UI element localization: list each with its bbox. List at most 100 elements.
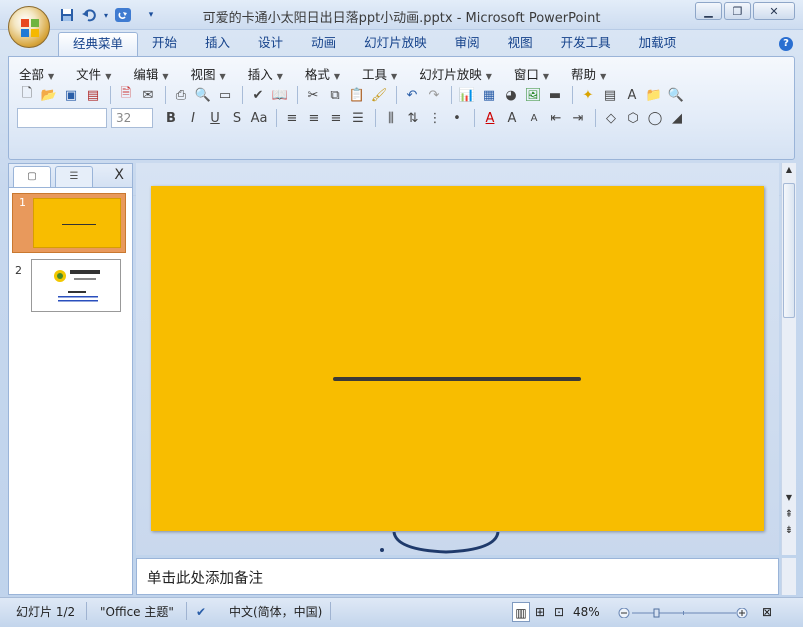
open-folder-icon[interactable]: 📁 bbox=[644, 85, 664, 105]
menu-slideshow[interactable]: 幻灯片放映 ▼ bbox=[419, 64, 492, 83]
color-grayscale-icon[interactable]: ▬ bbox=[545, 85, 565, 105]
slide-horizon-line[interactable] bbox=[333, 377, 581, 381]
bullets-icon[interactable]: • bbox=[447, 108, 467, 128]
previous-slide-icon[interactable]: ⇞ bbox=[784, 509, 794, 520]
tab-developer[interactable]: 开发工具 bbox=[547, 32, 625, 56]
research-icon[interactable]: 📖 bbox=[270, 85, 290, 105]
align-left-icon[interactable]: ≡ bbox=[282, 108, 302, 128]
find-icon[interactable]: 🔍 bbox=[666, 85, 686, 105]
close-icon[interactable]: ✕ bbox=[753, 2, 795, 20]
print-preview-icon[interactable]: 🔍 bbox=[193, 85, 213, 105]
align-center-icon[interactable]: ≡ bbox=[304, 108, 324, 128]
slides-tab-icon[interactable]: ▢ bbox=[13, 166, 51, 187]
save-as-icon[interactable]: ▤ bbox=[83, 85, 103, 105]
copy-icon[interactable]: ⧉ bbox=[325, 85, 345, 105]
text-box-icon[interactable]: A bbox=[622, 85, 642, 105]
table-icon[interactable]: ▦ bbox=[479, 85, 499, 105]
font-name-box[interactable] bbox=[17, 108, 107, 128]
spelling-check-icon[interactable]: ✔ bbox=[196, 602, 206, 622]
slide-layout-icon[interactable]: ▤ bbox=[600, 85, 620, 105]
tab-addins[interactable]: 加载项 bbox=[625, 32, 691, 56]
tab-animations[interactable]: 动画 bbox=[297, 32, 350, 56]
menu-view[interactable]: 视图 ▼ bbox=[191, 64, 226, 83]
new-slide-icon[interactable]: ✦ bbox=[578, 85, 598, 105]
redo-icon[interactable]: ↷ bbox=[424, 85, 444, 105]
increase-indent-icon[interactable]: ⇥ bbox=[568, 108, 588, 128]
vertical-scrollbar[interactable]: ▲ ▼ ⇞ ⇟ bbox=[781, 163, 796, 555]
outline-tab-icon[interactable]: ☰ bbox=[55, 166, 93, 187]
redo-icon[interactable] bbox=[114, 7, 132, 23]
menu-help[interactable]: 帮助 ▼ bbox=[571, 64, 606, 83]
save-icon[interactable]: ▣ bbox=[61, 85, 81, 105]
open-icon[interactable]: 📂 bbox=[39, 85, 59, 105]
menu-window[interactable]: 窗口 ▼ bbox=[514, 64, 549, 83]
shrink-font-icon[interactable]: A bbox=[524, 108, 544, 128]
menu-tools[interactable]: 工具 ▼ bbox=[362, 64, 397, 83]
grow-font-icon[interactable]: A bbox=[502, 108, 522, 128]
picture-icon[interactable]: 🖼 bbox=[523, 85, 543, 105]
shadow-icon[interactable]: S bbox=[227, 108, 247, 128]
justify-icon[interactable]: ☰ bbox=[348, 108, 368, 128]
menu-file[interactable]: 文件 ▼ bbox=[76, 64, 111, 83]
italic-icon[interactable]: I bbox=[183, 108, 203, 128]
menu-format[interactable]: 格式 ▼ bbox=[305, 64, 340, 83]
chart-icon[interactable]: 📊 bbox=[457, 85, 477, 105]
bold-icon[interactable]: B bbox=[161, 108, 181, 128]
menu-insert[interactable]: 插入 ▼ bbox=[248, 64, 283, 83]
tab-review[interactable]: 审阅 bbox=[441, 32, 494, 56]
spelling-icon[interactable]: ✔ bbox=[248, 85, 268, 105]
current-slide[interactable] bbox=[151, 186, 764, 531]
customize-qat-icon[interactable]: ▾ bbox=[142, 7, 160, 23]
font-color-icon[interactable]: A bbox=[480, 108, 500, 128]
zoom-slider[interactable] bbox=[618, 608, 748, 618]
text-direction-icon[interactable]: ⇅ bbox=[403, 108, 423, 128]
numbering-icon[interactable]: ⋮ bbox=[425, 108, 445, 128]
more-icon[interactable]: ◢ bbox=[667, 108, 687, 128]
tab-design[interactable]: 设计 bbox=[244, 32, 297, 56]
print-icon[interactable]: ⎙ bbox=[171, 85, 191, 105]
office-button[interactable] bbox=[8, 6, 50, 48]
slide-thumbnail-2[interactable] bbox=[31, 259, 121, 312]
scroll-thumb[interactable] bbox=[783, 183, 795, 318]
cut-icon[interactable]: ✂ bbox=[303, 85, 323, 105]
change-case-icon[interactable]: Aa bbox=[249, 108, 269, 128]
new-icon[interactable]: 🗋 bbox=[17, 85, 37, 105]
close-pane-icon[interactable]: X bbox=[114, 167, 124, 183]
normal-view-icon[interactable]: ▥ bbox=[512, 602, 530, 622]
language-indicator[interactable]: 中文(简体，中国) bbox=[229, 602, 322, 622]
menu-all[interactable]: 全部 ▼ bbox=[19, 64, 54, 83]
tab-slideshow[interactable]: 幻灯片放映 bbox=[350, 32, 441, 56]
undo-icon[interactable] bbox=[80, 7, 98, 23]
theme-name[interactable]: "Office 主题" bbox=[100, 602, 174, 622]
tab-home[interactable]: 开始 bbox=[138, 32, 191, 56]
shape-fill-icon[interactable]: ◯ bbox=[645, 108, 665, 128]
save-icon[interactable] bbox=[58, 7, 76, 23]
restore-icon[interactable]: ❐ bbox=[724, 2, 751, 20]
paste-icon[interactable]: 📋 bbox=[347, 85, 367, 105]
permission-icon[interactable]: 🗎 bbox=[116, 85, 136, 105]
clipart-icon[interactable]: ◕ bbox=[501, 85, 521, 105]
notes-pane[interactable]: 单击此处添加备注 bbox=[136, 558, 779, 595]
slideshow-view-icon[interactable]: ⊡ bbox=[550, 602, 568, 622]
tab-classic-menu[interactable]: 经典菜单 bbox=[58, 32, 139, 56]
decrease-indent-icon[interactable]: ⇤ bbox=[546, 108, 566, 128]
underline-icon[interactable]: U bbox=[205, 108, 225, 128]
font-size-box[interactable]: 32 bbox=[111, 108, 153, 128]
tab-view[interactable]: 视图 bbox=[494, 32, 547, 56]
undo-dropdown-icon[interactable]: ▾ bbox=[102, 7, 110, 23]
menu-edit[interactable]: 编辑 ▼ bbox=[133, 64, 168, 83]
arrange-icon[interactable]: ⬡ bbox=[623, 108, 643, 128]
align-right-icon[interactable]: ≡ bbox=[326, 108, 346, 128]
slide-thumbnail-1[interactable]: 1 bbox=[12, 193, 126, 253]
notes-scrollbar[interactable] bbox=[781, 558, 796, 595]
fit-to-window-icon[interactable]: ⊠ bbox=[759, 602, 775, 622]
layout-icon[interactable]: ▭ bbox=[215, 85, 235, 105]
tab-insert[interactable]: 插入 bbox=[191, 32, 244, 56]
next-slide-icon[interactable]: ⇟ bbox=[784, 525, 794, 536]
zoom-level[interactable]: 48% bbox=[573, 602, 600, 622]
format-painter-icon[interactable]: 🖌 bbox=[369, 85, 389, 105]
minimize-icon[interactable]: ▁ bbox=[695, 2, 722, 20]
slide-sorter-icon[interactable]: ⊞ bbox=[531, 602, 549, 622]
undo-icon[interactable]: ↶ bbox=[402, 85, 422, 105]
shapes-icon[interactable]: ◇ bbox=[601, 108, 621, 128]
